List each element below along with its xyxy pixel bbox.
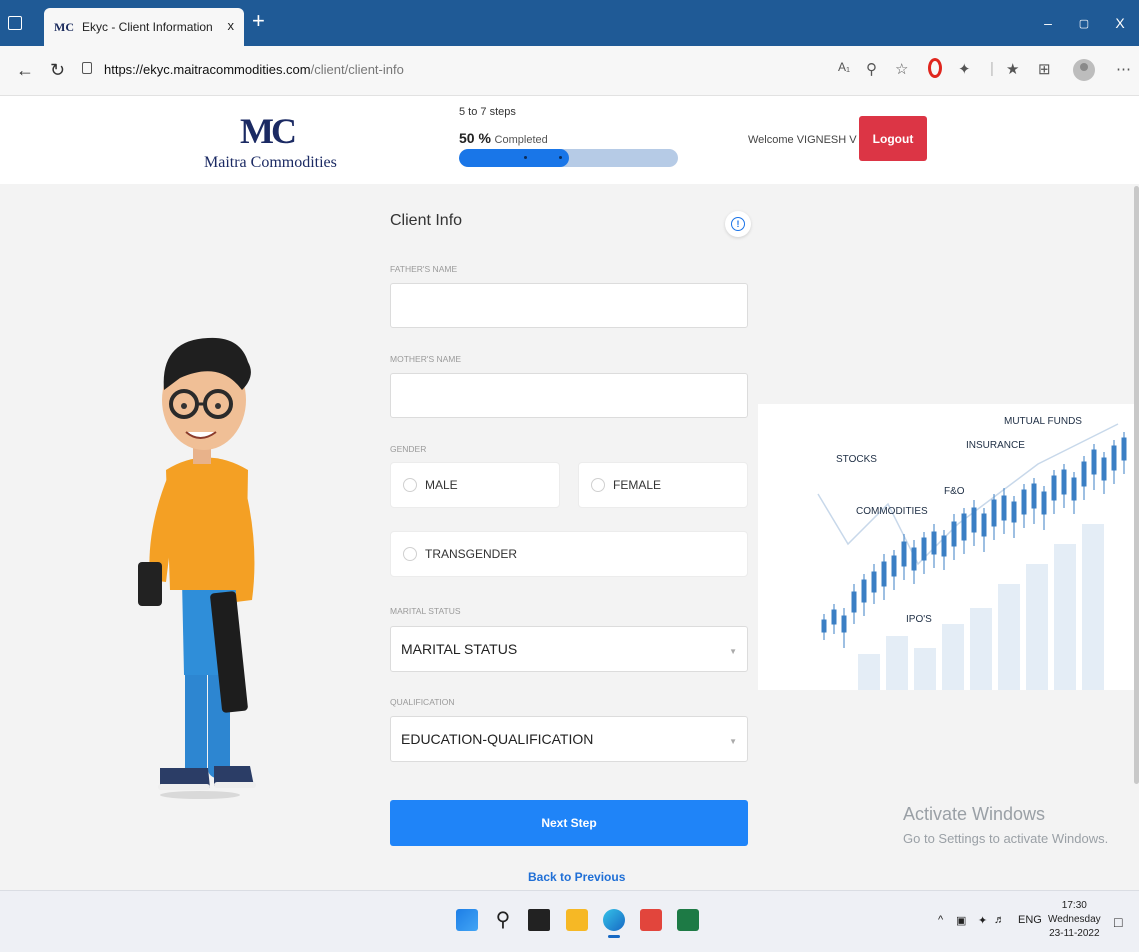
- edge-browser-icon[interactable]: [603, 909, 625, 931]
- market-label-stocks: STOCKS: [836, 454, 877, 465]
- clock-time: 17:30: [1061, 900, 1087, 911]
- close-window-button[interactable]: X: [1102, 0, 1138, 46]
- gender-option-label: TRANSGENDER: [425, 547, 518, 561]
- marital-status-value: MARITAL STATUS: [401, 641, 518, 657]
- market-label-mutual-funds: MUTUAL FUNDS: [1004, 416, 1082, 427]
- gender-option-transgender[interactable]: TRANSGENDER: [390, 531, 748, 577]
- system-clock[interactable]: 17:30 Wednesday 23-11-2022: [1048, 899, 1101, 941]
- new-tab-icon[interactable]: +: [252, 10, 265, 32]
- browser-tab[interactable]: MC Ekyc - Client Information x: [44, 8, 244, 46]
- tab-favicon-icon: MC: [54, 19, 74, 34]
- gender-option-male[interactable]: MALE: [390, 462, 560, 508]
- zoom-icon[interactable]: ⚲: [866, 60, 877, 78]
- favorites-icon[interactable]: ★: [1006, 60, 1019, 78]
- display-icon[interactable]: ▣: [956, 914, 966, 927]
- next-step-button[interactable]: Next Step: [390, 800, 748, 846]
- marital-status-label: MARITAL STATUS: [390, 606, 461, 616]
- watermark-subtitle: Go to Settings to activate Windows.: [903, 831, 1109, 846]
- progress-fill: [459, 149, 569, 167]
- file-explorer-icon[interactable]: [566, 909, 588, 931]
- fathers-name-label: FATHER'S NAME: [390, 264, 458, 274]
- info-icon: !: [731, 217, 745, 231]
- logo-text: Maitra Commodities: [204, 154, 337, 171]
- tab-close-icon[interactable]: x: [228, 18, 235, 33]
- fathers-name-input[interactable]: [390, 283, 748, 328]
- radio-circle[interactable]: [591, 478, 605, 492]
- volume-icon[interactable]: ♬: [994, 914, 1005, 926]
- start-windows-icon[interactable]: [456, 909, 478, 931]
- tab-title: Ekyc - Client Information: [82, 20, 213, 34]
- market-label-insurance: INSURANCE: [966, 440, 1025, 451]
- market-illustration: STOCKS COMMODITIES F&O INSURANCE MUTUAL …: [758, 404, 1136, 690]
- progress-dot: [559, 156, 562, 159]
- page-header: MC Maitra Commodities 5 to 7 steps 50 % …: [0, 96, 1139, 184]
- client-info-title: Client Info: [390, 212, 463, 229]
- anydesk-icon[interactable]: [640, 909, 662, 931]
- info-button[interactable]: !: [725, 211, 751, 237]
- qualification-label: QUALIFICATION: [390, 697, 455, 707]
- read-aloud-icon[interactable]: A₁: [838, 60, 850, 74]
- logo-mark: MC: [240, 111, 297, 151]
- excel-icon[interactable]: [677, 909, 699, 931]
- search-icon[interactable]: ⚲: [492, 909, 514, 931]
- marital-status-select[interactable]: MARITAL STATUS ▼: [390, 626, 748, 672]
- main-content: Client Info ! FATHER'S NAME MOTHER'S NAM…: [0, 184, 1139, 890]
- url-field[interactable]: https://ekyc.maitracommodities.com/clien…: [104, 62, 404, 77]
- progress-percent: 50 % Completed: [459, 130, 548, 146]
- windows-taskbar: ⚲ ^ ▣ ✦ ♬ ENG 17:30 Wednesday 23-11-2022…: [0, 890, 1139, 952]
- chevron-down-icon: ▼: [729, 737, 737, 746]
- address-bar: ← ↻ https://ekyc.maitracommodities.com/c…: [0, 46, 1139, 96]
- percent-value: 50 %: [459, 130, 491, 146]
- url-path: /client/client-info: [310, 62, 404, 77]
- collections-icon[interactable]: ⊞: [1038, 60, 1051, 78]
- toolbar-divider: |: [990, 60, 994, 77]
- market-label-fo: F&O: [944, 486, 965, 497]
- minimize-button[interactable]: –: [1030, 0, 1066, 46]
- chevron-down-icon: ▼: [729, 647, 737, 656]
- mothers-name-input[interactable]: [390, 373, 748, 418]
- gender-option-label: FEMALE: [613, 478, 662, 492]
- page-scrollbar[interactable]: [1134, 186, 1139, 784]
- logout-button[interactable]: Logout: [859, 116, 927, 161]
- progress-dot: [524, 156, 527, 159]
- back-to-previous-link[interactable]: Back to Previous: [528, 870, 625, 884]
- restore-button[interactable]: ▢: [1066, 0, 1102, 46]
- back-arrow-icon[interactable]: ←: [16, 60, 34, 81]
- clock-day: Wednesday: [1048, 914, 1101, 925]
- welcome-text: Welcome VIGNESH V: [748, 134, 857, 146]
- profile-avatar[interactable]: [1073, 59, 1095, 81]
- radio-circle[interactable]: [403, 478, 417, 492]
- browser-title-bar: MC Ekyc - Client Information x + – ▢ X: [0, 0, 1139, 46]
- market-label-commodities: COMMODITIES: [856, 506, 928, 517]
- site-info-icon[interactable]: [82, 62, 92, 74]
- activate-windows-watermark: Activate Windows Go to Settings to activ…: [903, 804, 1108, 846]
- task-view-icon[interactable]: [528, 909, 550, 931]
- favorite-star-icon[interactable]: ☆: [895, 60, 908, 78]
- clock-date: 23-11-2022: [1049, 928, 1100, 939]
- language-indicator[interactable]: ENG: [1018, 914, 1042, 926]
- opera-extension-icon[interactable]: [928, 58, 942, 78]
- qualification-select[interactable]: EDUCATION-QUALIFICATION ▼: [390, 716, 748, 762]
- steps-text: 5 to 7 steps: [459, 106, 516, 118]
- tab-actions-icon[interactable]: [8, 16, 22, 30]
- refresh-icon[interactable]: ↻: [50, 60, 65, 81]
- market-label-ipos: IPO'S: [906, 614, 932, 625]
- mothers-name-label: MOTHER'S NAME: [390, 354, 462, 364]
- gender-option-label: MALE: [425, 478, 458, 492]
- wifi-icon[interactable]: ✦: [978, 914, 987, 927]
- url-host: https://ekyc.maitracommodities.com: [104, 62, 311, 77]
- qualification-value: EDUCATION-QUALIFICATION: [401, 731, 594, 747]
- character-illustration: [138, 337, 256, 799]
- tray-chevron-icon[interactable]: ^: [938, 914, 943, 926]
- extensions-icon[interactable]: ✦: [958, 60, 971, 78]
- gender-option-female[interactable]: FEMALE: [578, 462, 748, 508]
- gender-label: GENDER: [390, 444, 427, 454]
- more-menu-icon[interactable]: ⋯: [1116, 60, 1131, 78]
- notification-icon[interactable]: □: [1114, 914, 1122, 930]
- percent-suffix: Completed: [494, 134, 548, 146]
- radio-circle[interactable]: [403, 547, 417, 561]
- active-app-indicator: [608, 935, 620, 938]
- watermark-title: Activate Windows: [903, 804, 1046, 824]
- progress-bar: [459, 149, 678, 167]
